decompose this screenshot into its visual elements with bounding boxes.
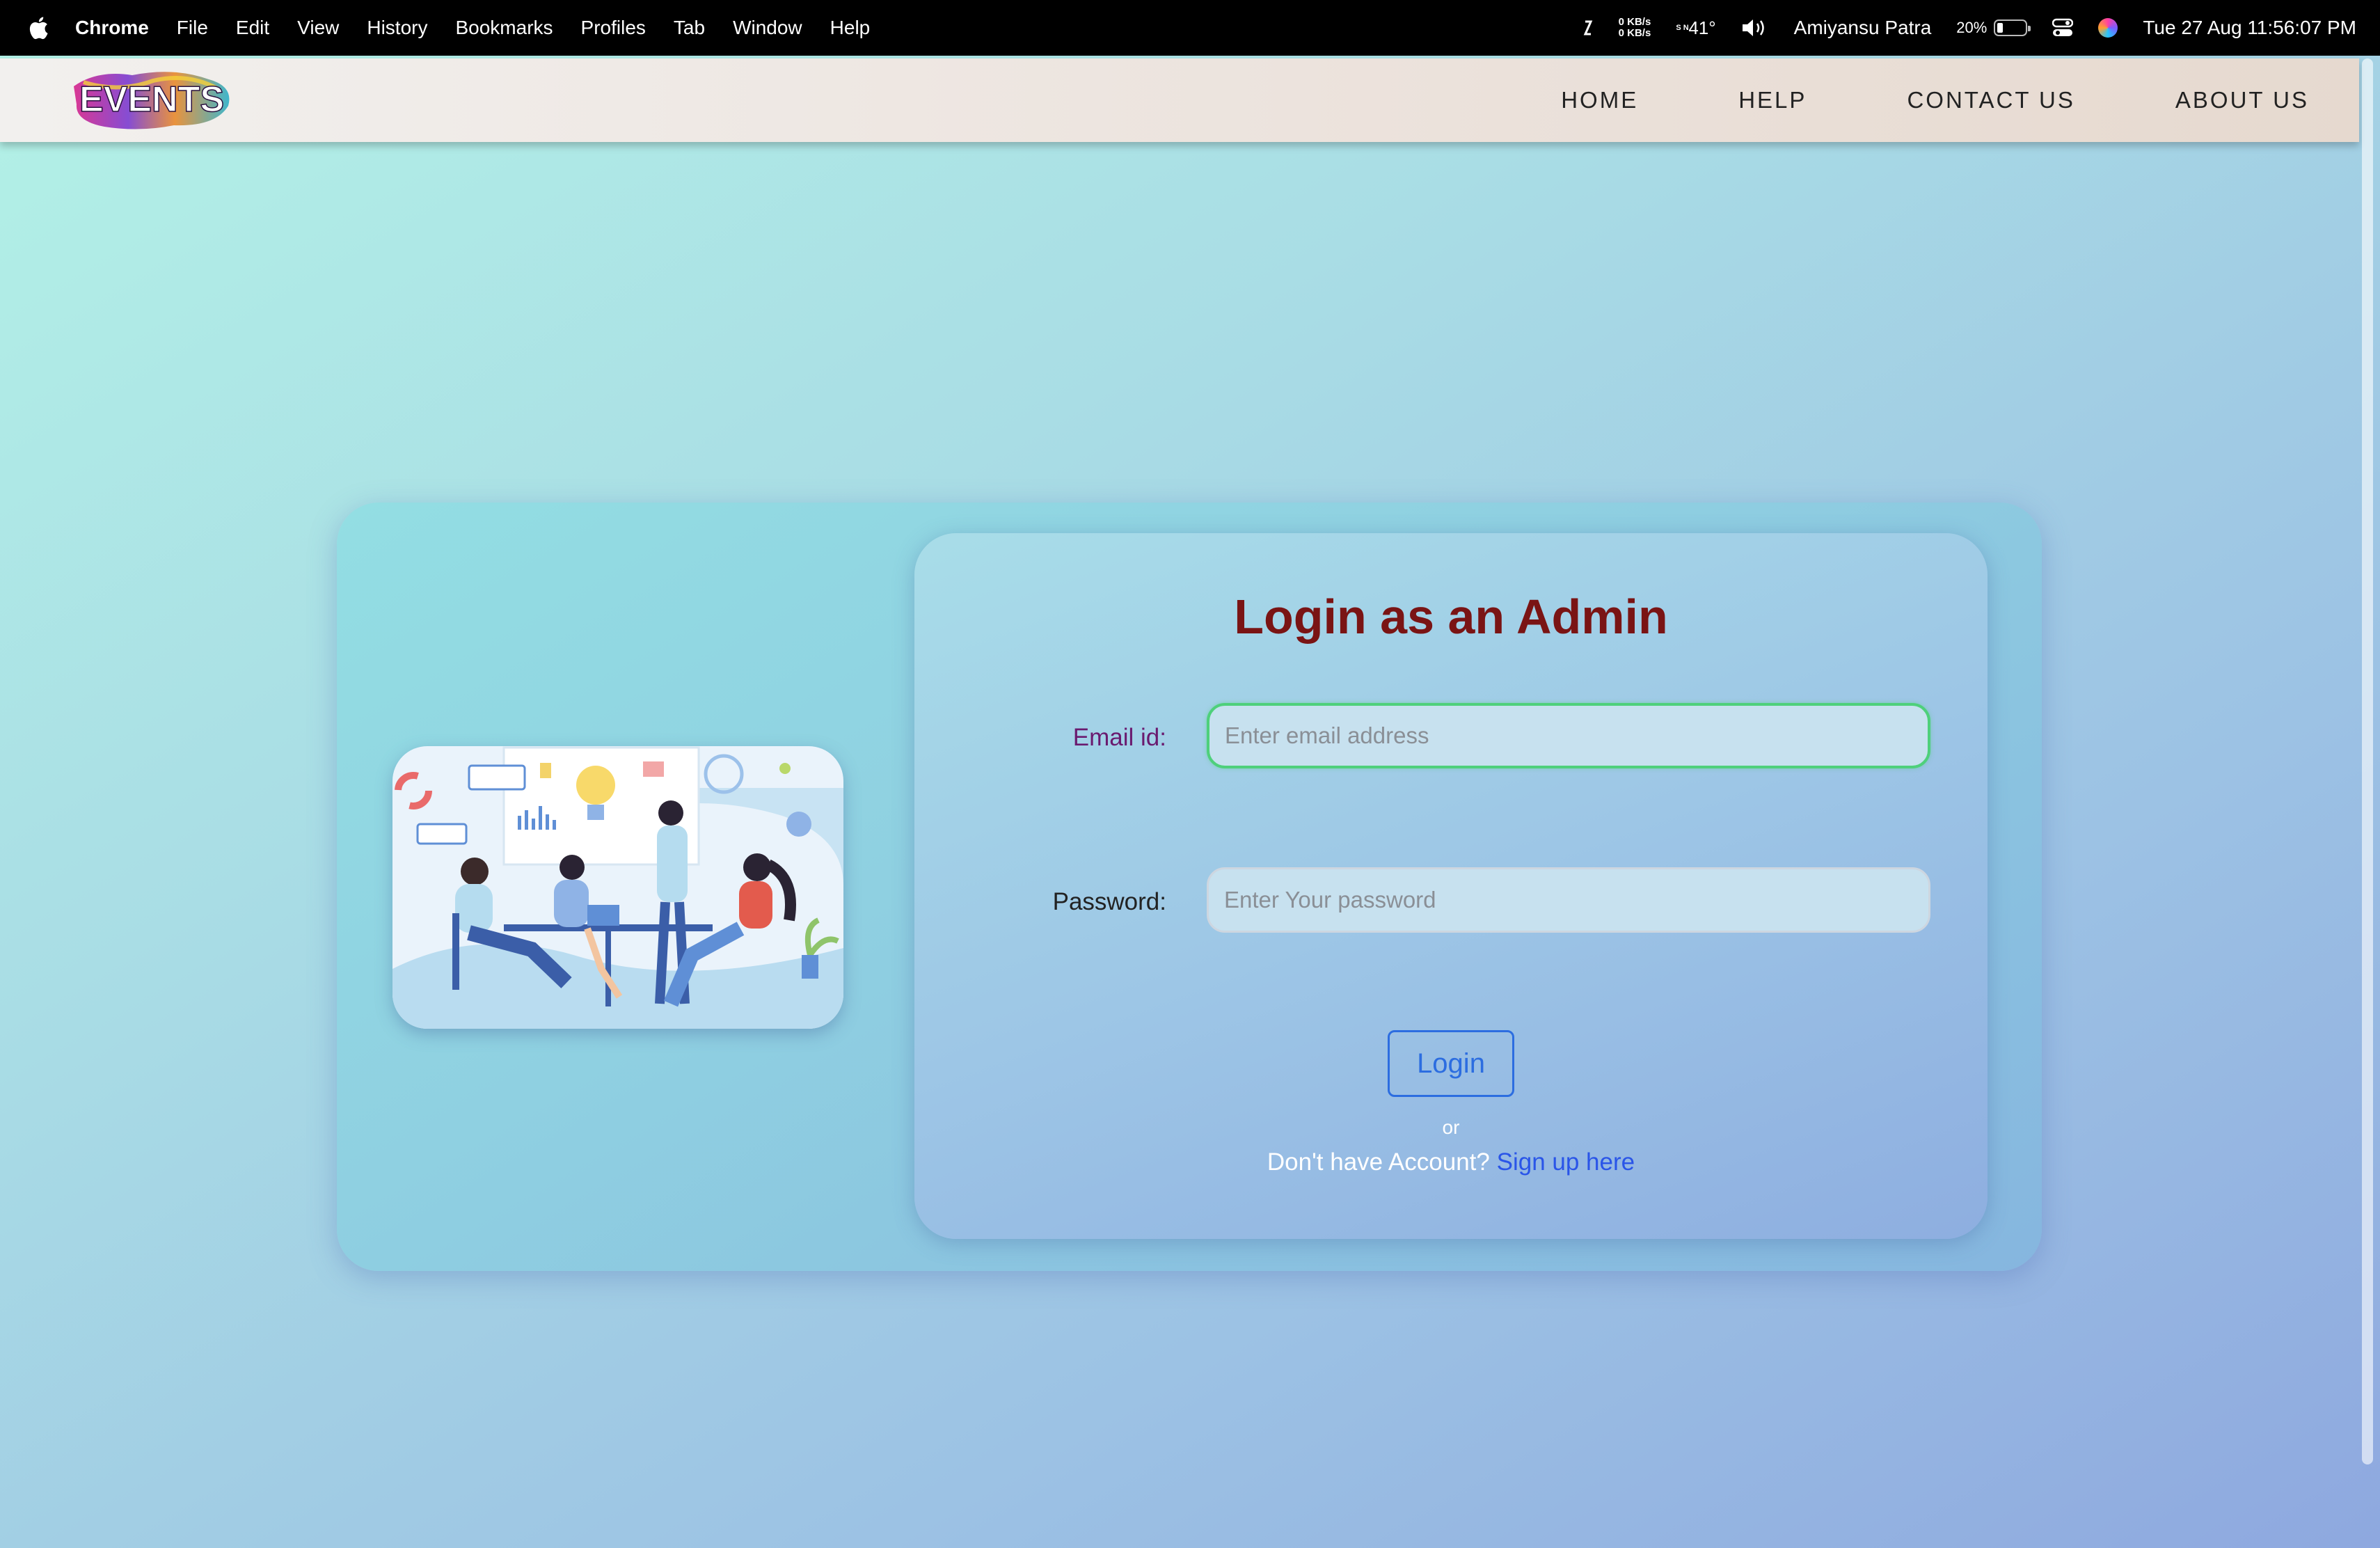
menu-window[interactable]: Window — [733, 17, 802, 39]
menu-help[interactable]: Help — [830, 17, 871, 39]
or-separator: or — [1442, 1116, 1460, 1138]
battery-icon — [1994, 19, 2031, 36]
menu-bookmarks[interactable]: Bookmarks — [455, 17, 553, 39]
apple-logo-icon[interactable] — [28, 16, 49, 40]
system-menu-bar: Chrome File Edit View History Bookmarks … — [0, 0, 2380, 56]
menu-history[interactable]: History — [367, 17, 427, 39]
network-speed[interactable]: 0 KB/s 0 KB/s — [1619, 17, 1651, 39]
menu-tab[interactable]: Tab — [674, 17, 705, 39]
email-field[interactable] — [1207, 703, 1930, 768]
page-title: Login as an Admin — [1234, 590, 1668, 644]
login-card: Login as an Admin Email id: Password: Lo… — [337, 503, 2042, 1271]
illustration-image — [392, 746, 843, 1029]
speaker-icon[interactable] — [1741, 18, 1769, 38]
menu-view[interactable]: View — [297, 17, 339, 39]
control-center-icon[interactable] — [2052, 18, 2074, 38]
link-icon[interactable] — [1582, 19, 1594, 37]
temperature-value: 41° — [1688, 17, 1716, 38]
main-nav: HOME HELP CONTACT US ABOUT US — [1461, 58, 2309, 142]
team-meeting-illustration — [392, 746, 843, 1029]
user-name[interactable]: Amiyansu Patra — [1794, 17, 1932, 39]
email-label: Email id: — [1072, 724, 1166, 751]
login-button[interactable]: Login — [1388, 1030, 1514, 1097]
nav-help[interactable]: HELP — [1738, 87, 1807, 113]
password-field[interactable] — [1207, 867, 1930, 933]
login-form-panel: Login as an Admin Email id: Password: Lo… — [914, 533, 1988, 1239]
date-time[interactable]: Tue 27 Aug 11:56:07 PM — [2143, 17, 2356, 39]
signup-prompt-line: Don't have Account? Sign up here — [914, 1148, 1988, 1176]
nav-about-us[interactable]: ABOUT US — [2175, 87, 2309, 113]
siri-icon[interactable] — [2098, 18, 2118, 38]
menu-file[interactable]: File — [177, 17, 208, 39]
nav-home[interactable]: HOME — [1561, 87, 1638, 113]
page-scrollbar[interactable] — [2362, 58, 2373, 1464]
temp-letters: S N — [1676, 23, 1689, 32]
battery-status[interactable]: 20% — [1956, 19, 2031, 37]
password-label: Password: — [1052, 888, 1166, 915]
menu-profiles[interactable]: Profiles — [581, 17, 646, 39]
menu-edit[interactable]: Edit — [236, 17, 269, 39]
nav-contact-us[interactable]: CONTACT US — [1907, 87, 2074, 113]
net-up-value: 0 KB/s — [1618, 16, 1651, 28]
menu-app-name[interactable]: Chrome — [75, 17, 149, 39]
battery-fill — [1997, 23, 2003, 33]
events-logo[interactable]: EVENTS — [70, 65, 237, 135]
net-down-value: 0 KB/s — [1618, 27, 1651, 39]
signup-link[interactable]: Sign up here — [1497, 1148, 1635, 1176]
temperature-widget[interactable]: S N 41° — [1676, 17, 1715, 39]
signup-prompt: Don't have Account? — [1267, 1148, 1490, 1176]
battery-percent: 20% — [1956, 19, 1988, 36]
site-header: EVENTS HOME HELP CONTACT US ABOUT US — [0, 58, 2359, 142]
logo-text: EVENTS — [79, 79, 224, 120]
